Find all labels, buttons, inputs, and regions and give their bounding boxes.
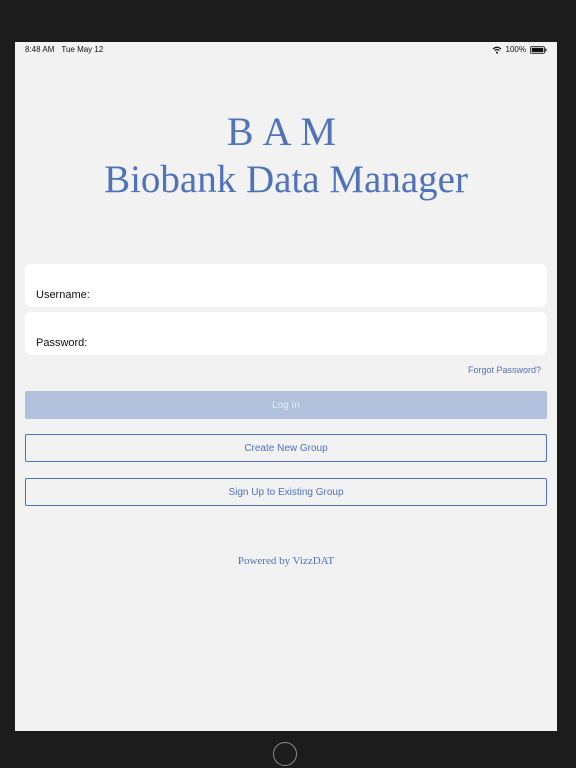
app-subtitle: Biobank Data Manager (104, 158, 468, 201)
username-input[interactable] (95, 283, 537, 303)
ipad-device: 8:48 AM Tue May 12 100% BAM Biobank Data… (0, 0, 576, 768)
powered-by-text: Powered by VizzDAT (237, 555, 335, 567)
status-bar: 8:48 AM Tue May 12 100% (15, 42, 557, 56)
status-date: Tue May 12 (61, 45, 104, 54)
status-left: 8:48 AM Tue May 12 (25, 45, 103, 54)
password-field[interactable]: Password: (25, 312, 547, 355)
app-title: BAM (226, 109, 346, 154)
battery-percent: 100% (505, 45, 526, 54)
password-input[interactable] (95, 331, 537, 351)
app-screen: 8:48 AM Tue May 12 100% BAM Biobank Data… (15, 42, 557, 731)
password-label: Password: (36, 337, 88, 349)
wifi-icon (492, 46, 502, 54)
forgot-password-link[interactable]: Forgot Password? (468, 365, 541, 375)
username-label: Username: (36, 289, 90, 301)
sign-up-group-button[interactable]: Sign Up to Existing Group (25, 478, 547, 506)
username-field[interactable]: Username: (25, 264, 547, 307)
status-right: 100% (492, 45, 547, 54)
status-time: 8:48 AM (25, 45, 55, 54)
create-group-button[interactable]: Create New Group (25, 434, 547, 462)
login-button[interactable]: Log In (25, 391, 547, 419)
home-button[interactable] (273, 742, 297, 766)
battery-icon (530, 45, 547, 54)
